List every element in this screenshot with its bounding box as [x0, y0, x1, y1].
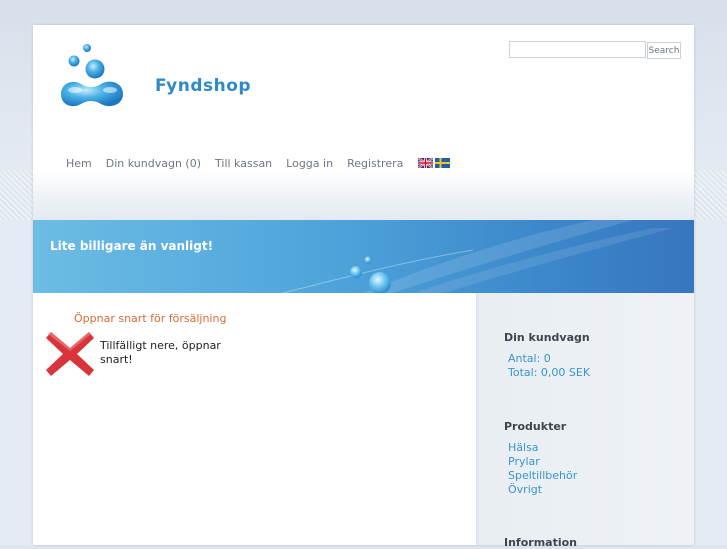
nav-item-hem[interactable]: Hem: [66, 157, 92, 170]
notice-title: Öppnar snart för försäljning: [74, 312, 227, 325]
nav-item-cart[interactable]: Din kundvagn (0): [106, 157, 201, 170]
product-link-ovrigt[interactable]: Övrigt: [508, 483, 542, 496]
banner-wave-decoration: [282, 220, 673, 293]
x-icon: [46, 332, 94, 376]
nav-item-login[interactable]: Logga in: [286, 157, 333, 170]
banner: Lite billigare än vanligt!: [33, 220, 694, 293]
nav-item-checkout[interactable]: Till kassan: [215, 157, 272, 170]
brand-name: Fyndshop: [155, 76, 252, 96]
nav-item-register[interactable]: Registrera: [347, 157, 403, 170]
header: Fyndshop Search Hem Din kundvagn (0) Til…: [33, 25, 694, 170]
logo[interactable]: Fyndshop: [55, 39, 255, 119]
notice-text: Tillfälligt nere, öppnar snart!: [100, 339, 221, 366]
cart-total: Total: 0,00 SEK: [508, 366, 591, 379]
product-link-prylar[interactable]: Prylar: [508, 455, 540, 468]
bubbles-logo-icon: [61, 44, 123, 107]
uk-flag-icon[interactable]: [418, 158, 434, 168]
header-subband: [33, 170, 694, 220]
search-button[interactable]: Search: [647, 42, 681, 59]
language-flags: [418, 158, 451, 168]
page-container: Fyndshop Search Hem Din kundvagn (0) Til…: [33, 25, 694, 549]
cart-count: Antal: 0: [508, 352, 551, 365]
cart-heading: Din kundvagn: [504, 331, 590, 344]
product-link-speltillbehor[interactable]: Speltillbehör: [508, 469, 577, 482]
search-input[interactable]: [509, 41, 646, 58]
sidebar: Din kundvagn Antal: 0 Total: 0,00 SEK Pr…: [476, 293, 694, 549]
main-nav: Hem Din kundvagn (0) Till kassan Logga i…: [66, 155, 451, 171]
product-link-halsa[interactable]: Hälsa: [508, 441, 539, 454]
banner-title: Lite billigare än vanligt!: [50, 239, 214, 253]
products-heading: Produkter: [504, 420, 567, 433]
swedish-flag-icon[interactable]: [435, 158, 451, 168]
main-content: Öppnar snart för försäljning Tillfälligt…: [33, 293, 476, 545]
information-heading: Information: [504, 536, 577, 549]
